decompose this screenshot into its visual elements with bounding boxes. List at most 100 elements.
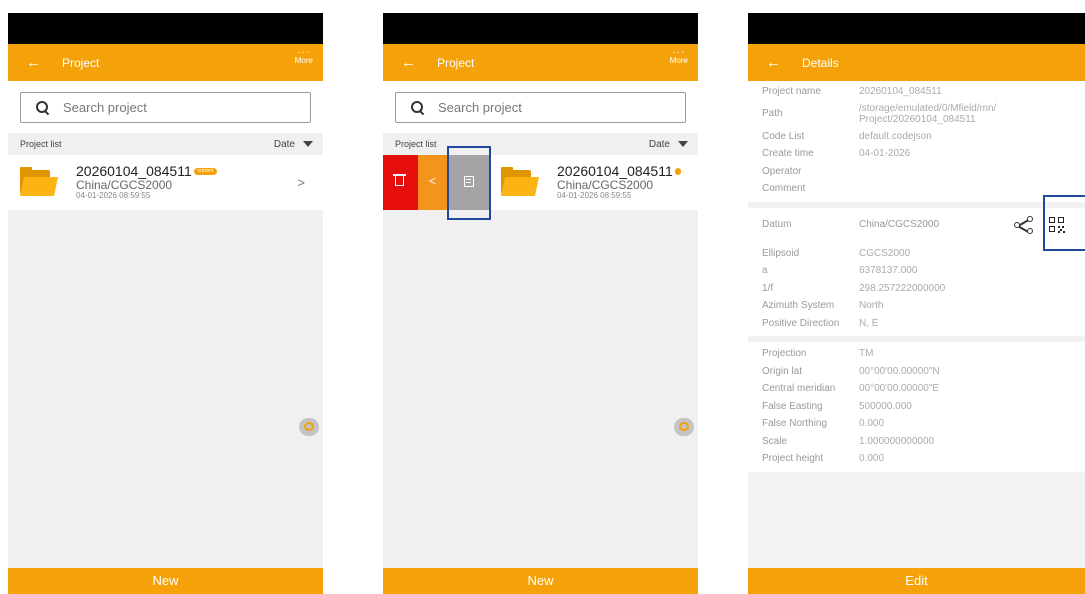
detail-row: Azimuth System North <box>748 297 1085 315</box>
page-title: Details <box>802 55 839 70</box>
back-arrow-icon[interactable]: ← <box>401 55 425 70</box>
delete-button[interactable] <box>383 155 418 210</box>
detail-label: Scale <box>762 435 788 447</box>
folder-icon <box>19 166 59 196</box>
detail-value: N, E <box>859 317 879 329</box>
chevron-down-icon <box>303 141 313 147</box>
cloud-sync-button[interactable] <box>299 418 319 436</box>
detail-row: False Northing 0.000 <box>748 415 1085 433</box>
status-bar <box>748 13 1085 44</box>
detail-value: /storage/emulated/0/Mfield/mn/ Project/2… <box>859 102 997 125</box>
detail-label: Comment <box>762 183 806 194</box>
back-arrow-icon[interactable]: ← <box>26 55 50 70</box>
detail-label: Central meridian <box>762 383 836 394</box>
detail-value: 6378137.000 <box>859 265 918 276</box>
current-badge <box>674 167 681 176</box>
detail-value: 0.000 <box>859 453 885 464</box>
status-bar <box>383 13 698 44</box>
detail-value: 0.000 <box>859 418 885 429</box>
search-icon <box>35 100 51 116</box>
cloud-icon <box>304 422 314 431</box>
projection-section: Projection TM Origin lat 00°00'00.00000"N … <box>748 342 1085 472</box>
detail-row: Scale 1.000000000000 <box>748 433 1085 451</box>
share-icon[interactable] <box>1014 215 1034 235</box>
detail-label: Path <box>762 108 783 119</box>
project-timestamp: 04-01-2026 08:59:55 <box>76 191 151 201</box>
share-icon: < <box>429 174 437 188</box>
project-list-item[interactable]: < 20260104_084511 China/CGCS2000 04-01-2… <box>383 155 698 210</box>
detail-row: Code List default.codejson <box>748 128 1085 146</box>
share-button[interactable]: < <box>418 155 449 210</box>
detail-row: a 6378137.000 <box>748 262 1085 280</box>
more-button[interactable]: ··· More <box>669 48 688 66</box>
general-section: Project name 20260104_084511 Path/storage… <box>748 81 1085 202</box>
detail-label: Ellipsoid <box>762 247 800 259</box>
detail-row: Path/storage/emulated/0/Mfield/mn/ Proje… <box>748 101 1085 128</box>
detail-label: Project name <box>762 86 821 97</box>
detail-row: Operator <box>748 163 1085 181</box>
search-input[interactable]: Search project <box>395 92 686 123</box>
new-button[interactable]: New <box>8 568 323 594</box>
detail-label: Azimuth System <box>762 300 835 311</box>
cloud-icon <box>679 422 689 431</box>
detail-label: Projection <box>762 348 807 359</box>
detail-label: Project height <box>762 453 824 464</box>
detail-row: Projection TM <box>748 345 1085 363</box>
search-icon <box>410 100 426 116</box>
detail-row: Ellipsoid CGCS2000 <box>748 245 1085 263</box>
qr-code-highlight <box>1043 195 1085 251</box>
detail-label: Code List <box>762 130 805 142</box>
detail-label: Positive Direction <box>762 317 840 329</box>
app-bar: ← Project ··· More <box>383 44 698 81</box>
ellipsoid-section: Ellipsoid CGCS2000 a 6378137.000 1/f 298.25… <box>748 241 1085 336</box>
project-list-item[interactable]: 20260104_084511 current China/CGCS2000 0… <box>8 155 323 210</box>
detail-label: 1/f <box>762 282 774 294</box>
detail-value <box>859 163 1085 181</box>
datum-row: Datum China/CGCS2000 <box>748 207 1085 242</box>
detail-label: a <box>762 265 768 276</box>
sort-label: Date <box>648 138 670 150</box>
detail-label: Create time <box>762 148 814 159</box>
detail-label: Origin lat <box>762 365 803 377</box>
detail-row: Project height 0.000 <box>748 450 1085 468</box>
search-area: Search project <box>383 81 698 133</box>
detail-value: 20260104_084511 <box>859 86 942 97</box>
sort-dropdown[interactable]: Date <box>649 139 688 150</box>
new-button[interactable]: New <box>383 568 698 594</box>
page-title: Project <box>437 55 475 70</box>
search-placeholder: Search project <box>438 100 522 115</box>
details-body: Project name 20260104_084511 Path/storage… <box>748 81 1085 472</box>
datum-value: China/CGCS2000 <box>859 219 940 230</box>
detail-row: Project name 20260104_084511 <box>748 83 1085 101</box>
detail-value: North <box>859 300 884 311</box>
more-label: More <box>669 56 688 65</box>
detail-row: Create time 04-01-2026 <box>748 145 1085 163</box>
cloud-sync-button[interactable] <box>674 418 694 436</box>
list-header: Project list Date <box>383 133 698 155</box>
sort-dropdown[interactable]: Date <box>274 139 313 150</box>
detail-value: 00°00'00.00000"N <box>859 365 940 377</box>
project-name: 20260104_084511 <box>76 162 192 179</box>
search-input[interactable]: Search project <box>20 92 311 123</box>
detail-value: 00°00'00.00000"E <box>859 383 940 394</box>
detail-row: Origin lat 00°00'00.00000"N <box>748 363 1085 381</box>
project-details-screen: ← Details Project name 20260104_084511 Pa… <box>748 13 1085 594</box>
project-timestamp: 04-01-2026 08:59:55 <box>557 191 632 201</box>
edit-button[interactable]: Edit <box>748 568 1085 594</box>
detail-row: Positive Direction N, E <box>748 315 1085 333</box>
search-area: Search project <box>8 81 323 133</box>
project-list-screen: ← Project ··· More Search project Projec… <box>8 13 323 594</box>
more-button[interactable]: ··· More <box>295 48 313 66</box>
search-placeholder: Search project <box>63 100 147 115</box>
detail-value: TM <box>859 348 874 359</box>
back-arrow-icon[interactable]: ← <box>766 55 790 70</box>
project-name: 20260104_084511 <box>557 162 673 179</box>
status-bar <box>8 13 323 44</box>
detail-row: Central meridian 00°00'00.00000"E <box>748 380 1085 398</box>
datum-label: Datum <box>762 219 792 230</box>
chevron-right-icon[interactable]: > <box>297 175 305 190</box>
app-bar: ← Project ··· More <box>8 44 323 81</box>
detail-row: False Easting 500000.000 <box>748 398 1085 416</box>
detail-label: False Northing <box>762 418 828 429</box>
detail-value: 500000.000 <box>859 400 912 412</box>
